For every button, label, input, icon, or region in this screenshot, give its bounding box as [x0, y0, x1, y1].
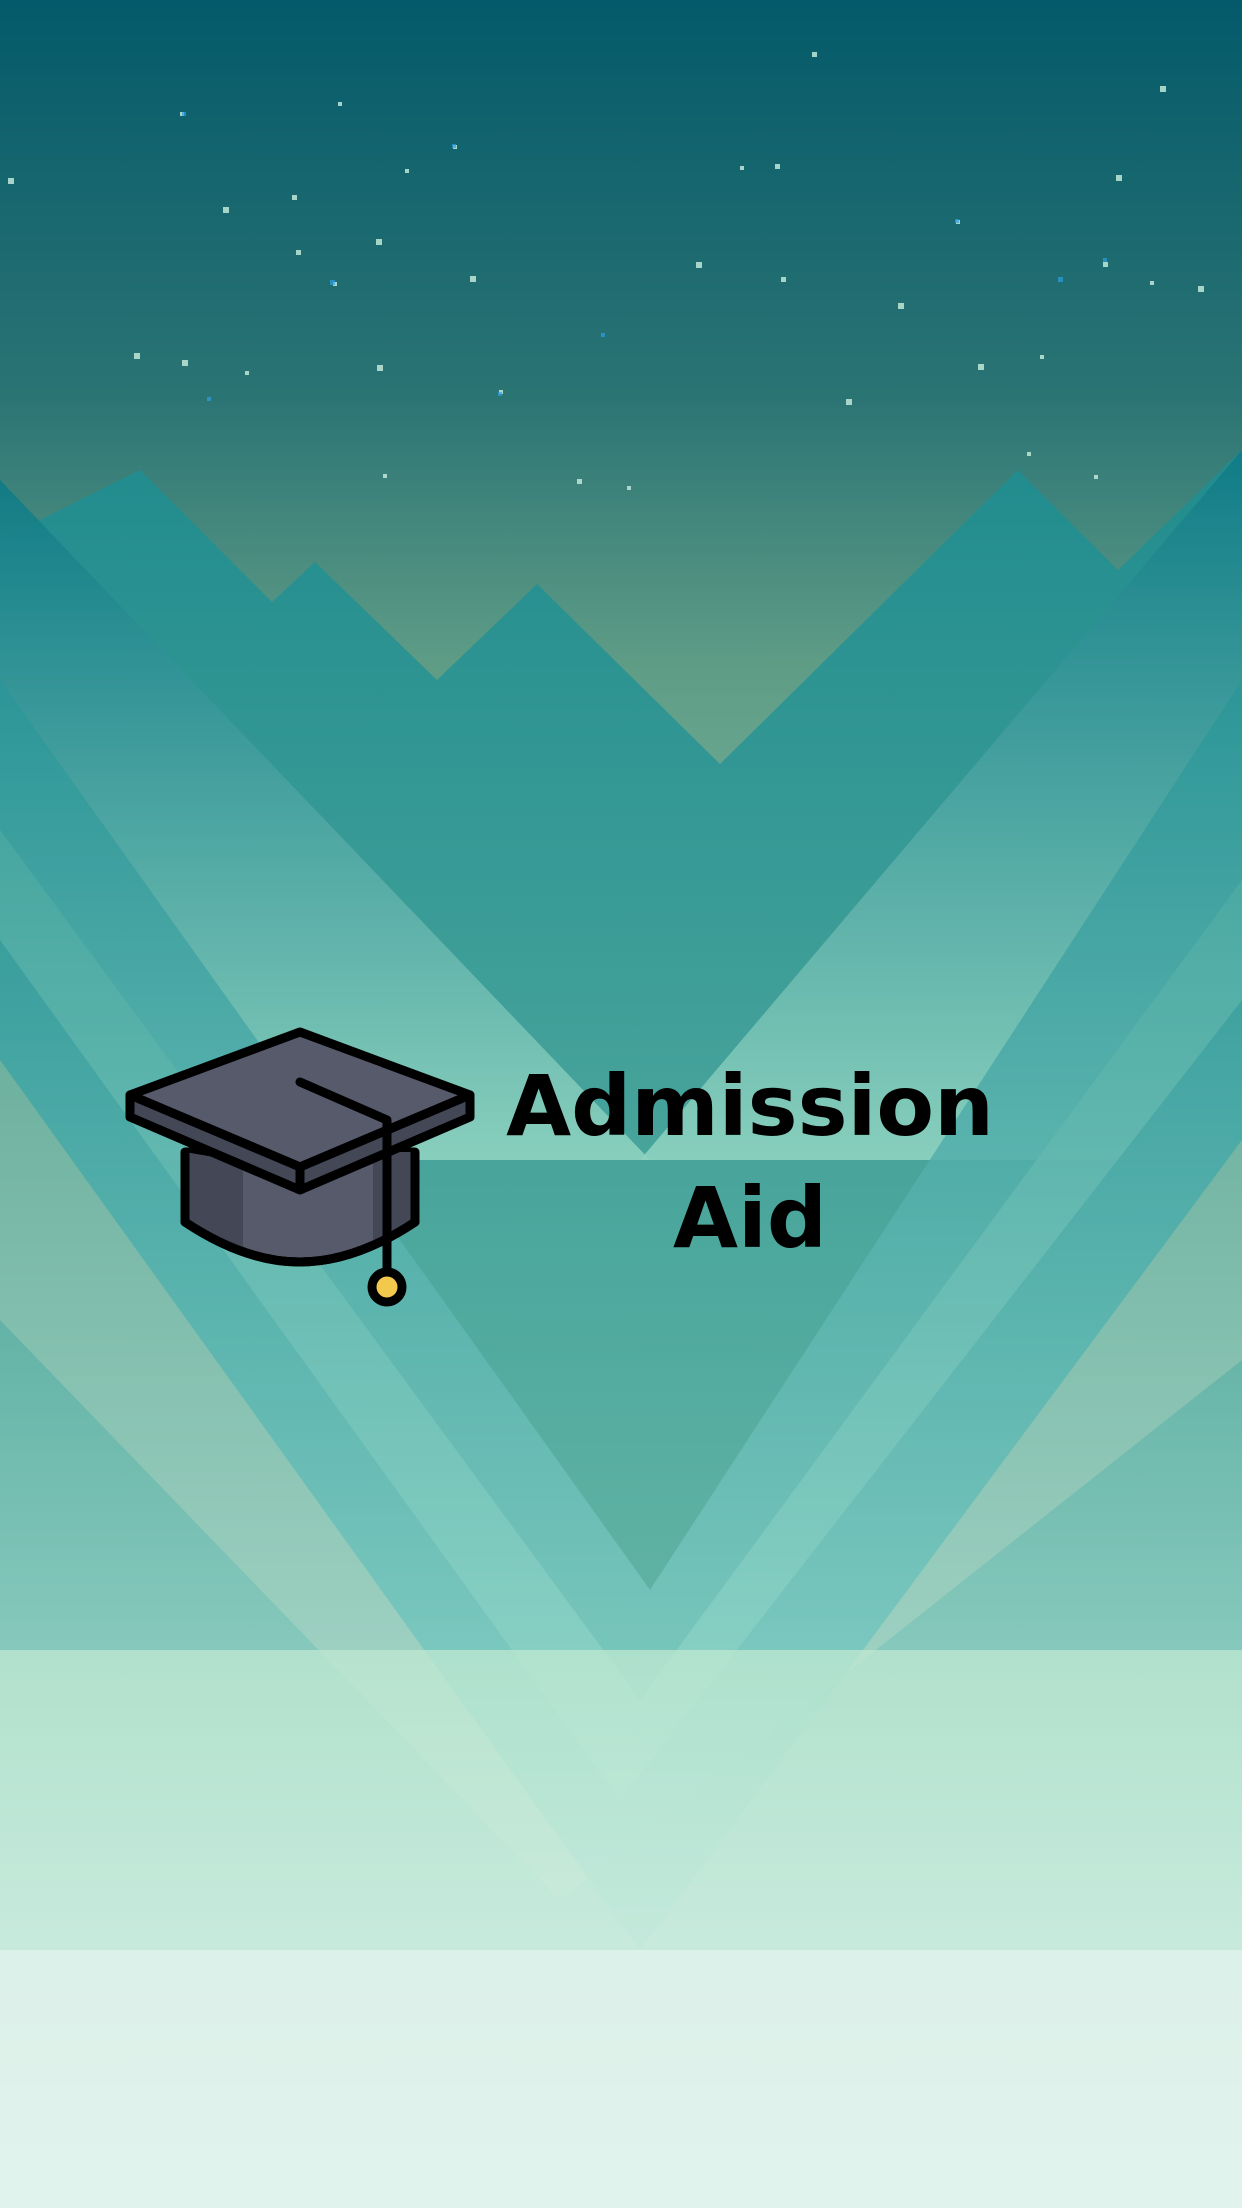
app-title-line-2: Aid	[673, 1169, 827, 1267]
app-title-line-1: Admission	[506, 1057, 994, 1155]
splash-screen: Admission Aid	[0, 0, 1242, 2208]
app-logo: Admission Aid	[0, 0, 1242, 2208]
app-title: Admission Aid	[500, 1050, 1000, 1274]
graduation-cap-icon	[125, 1027, 475, 1307]
